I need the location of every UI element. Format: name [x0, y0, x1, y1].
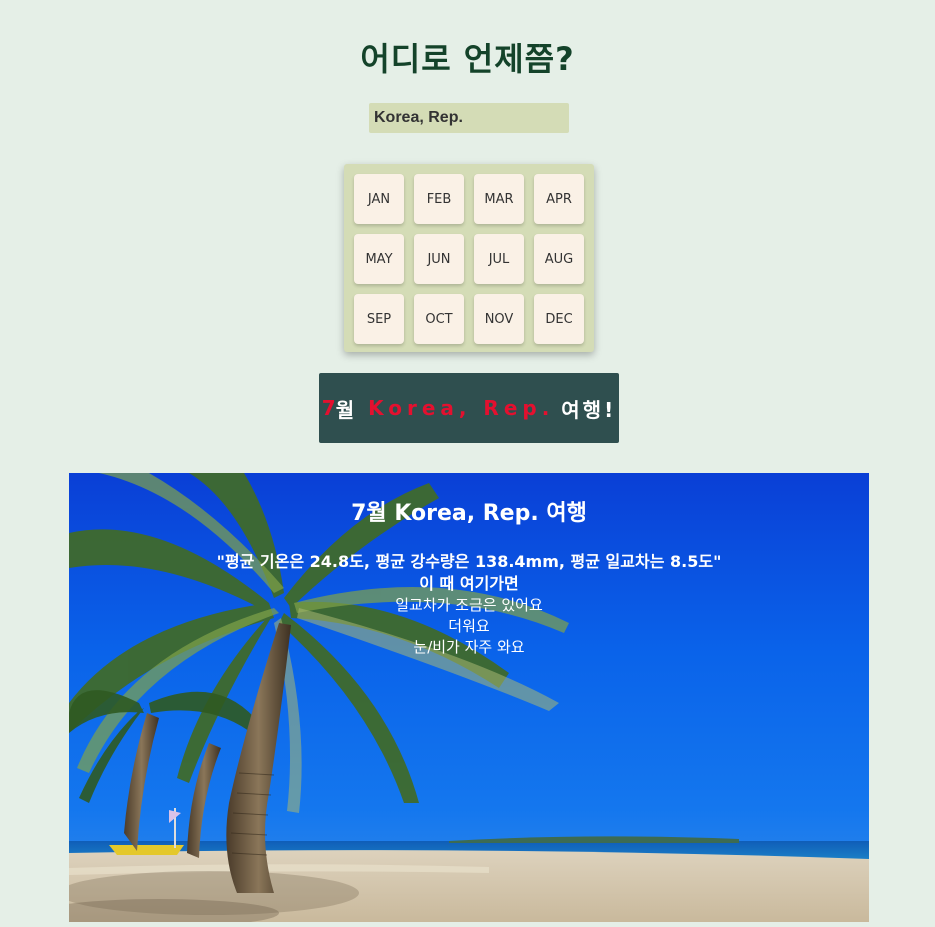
month-button-sep[interactable]: SEP	[354, 294, 404, 344]
hero-line: 눈/비가 자주 와요	[413, 638, 525, 656]
result-month-suffix: 월	[335, 397, 355, 422]
beach-palm-image	[69, 473, 869, 922]
hero-line: 일교차가 조금은 있어요	[395, 596, 543, 614]
country-input[interactable]	[369, 103, 569, 133]
page-title: 어디로 언제쯤?	[360, 40, 575, 78]
result-suffix: 여행!	[561, 397, 617, 422]
month-button-mar[interactable]: MAR	[474, 174, 524, 224]
hero-title: 7월 Korea, Rep. 여행	[351, 501, 587, 526]
hero-line: 더워요	[448, 617, 490, 635]
hero-banner: 7월 Korea, Rep. 여행 "평균 기온은 24.8도, 평균 강수량은…	[69, 473, 869, 922]
page: 어디로 언제쯤? JAN FEB MAR APR MAY JUN JUL AUG…	[0, 0, 935, 927]
month-button-jun[interactable]: JUN	[414, 234, 464, 284]
month-button-jul[interactable]: JUL	[474, 234, 524, 284]
result-month: 7	[321, 396, 336, 420]
travel-result-button[interactable]: 7월 Korea, Rep. 여행!	[319, 373, 619, 443]
month-button-apr[interactable]: APR	[534, 174, 584, 224]
hero-stats: "평균 기온은 24.8도, 평균 강수량은 138.4mm, 평균 일교차는 …	[216, 552, 722, 571]
month-button-may[interactable]: MAY	[354, 234, 404, 284]
month-button-oct[interactable]: OCT	[414, 294, 464, 344]
month-button-nov[interactable]: NOV	[474, 294, 524, 344]
month-button-jan[interactable]: JAN	[354, 174, 404, 224]
month-button-aug[interactable]: AUG	[534, 234, 584, 284]
month-grid: JAN FEB MAR APR MAY JUN JUL AUG SEP OCT …	[344, 164, 594, 352]
month-button-feb[interactable]: FEB	[414, 174, 464, 224]
month-button-dec[interactable]: DEC	[534, 294, 584, 344]
hero-subtitle: 이 때 여기가면	[419, 574, 519, 593]
result-country: Korea, Rep.	[368, 396, 555, 420]
